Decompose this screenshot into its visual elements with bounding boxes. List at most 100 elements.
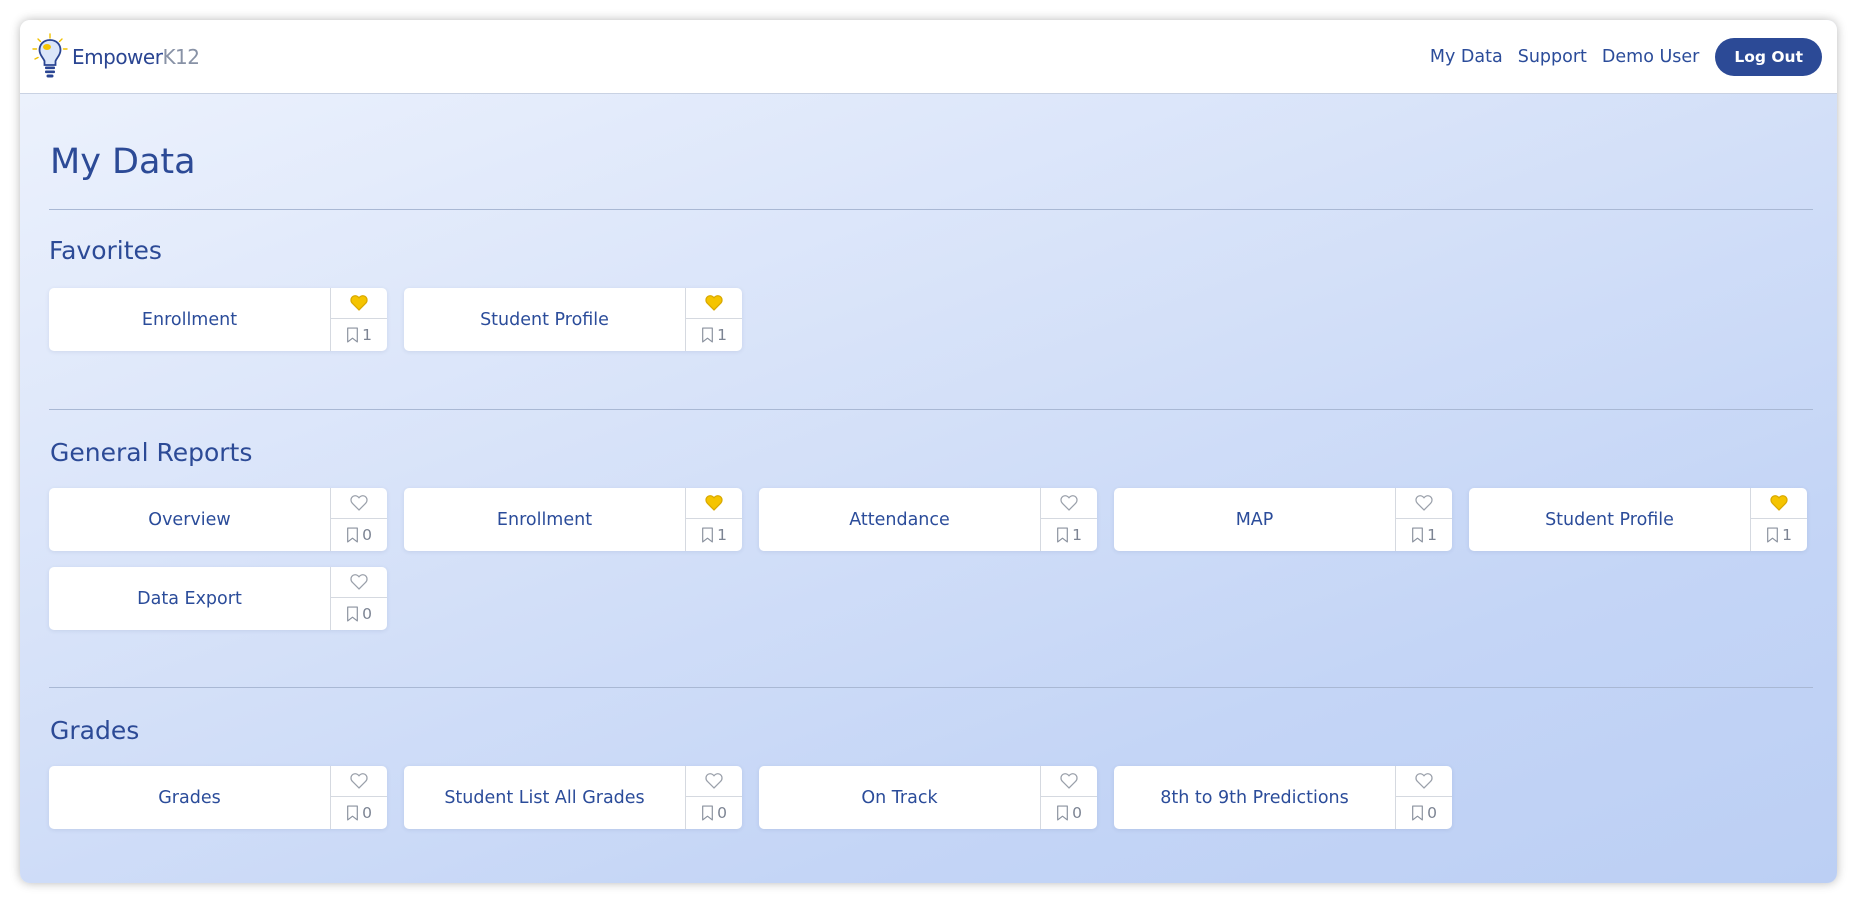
card-actions: 1 — [1395, 488, 1452, 551]
favorite-toggle[interactable] — [331, 567, 387, 598]
brand-name-part2: K12 — [162, 44, 200, 69]
divider — [49, 409, 1813, 410]
bookmark-icon — [701, 527, 714, 543]
report-card: Student Profile 1 — [404, 288, 742, 351]
heart-icon — [349, 573, 369, 591]
nav-links: My Data Support Demo User Log Out — [1415, 37, 1822, 76]
bookmark-icon — [1056, 527, 1069, 543]
app-window: EmpowerK12 My Data Support Demo User Log… — [20, 20, 1837, 883]
heart-icon — [704, 494, 724, 512]
bookmark-button[interactable]: 0 — [331, 519, 387, 551]
favorite-toggle[interactable] — [1751, 488, 1807, 519]
card-actions: 1 — [330, 288, 387, 351]
card-actions: 0 — [330, 567, 387, 630]
card-actions: 1 — [685, 488, 742, 551]
report-link[interactable]: Student Profile — [1469, 488, 1750, 551]
card-list: Enrollment 1 Student Profile 1 — [49, 288, 1813, 351]
nav-link-my-data[interactable]: My Data — [1430, 47, 1503, 67]
report-link[interactable]: Student List All Grades — [404, 766, 685, 829]
bookmark-icon — [701, 805, 714, 821]
report-card: Attendance 1 — [759, 488, 1097, 551]
card-list: Overview 0 Enrollment 1 Attendance 1 MAP 1 Stude… — [49, 488, 1813, 630]
bookmark-icon — [346, 805, 359, 821]
favorite-toggle[interactable] — [331, 288, 387, 319]
card-actions: 1 — [1750, 488, 1807, 551]
nav-link-user[interactable]: Demo User — [1602, 47, 1699, 67]
bookmark-button[interactable]: 1 — [331, 319, 387, 351]
brand-name: EmpowerK12 — [72, 45, 200, 69]
section-favorites: Favorites Enrollment 1 Student Profile 1 — [49, 234, 1813, 351]
bookmark-count: 1 — [717, 326, 727, 344]
section-general-reports: General Reports Overview 0 Enrollment 1 Atte… — [49, 436, 1813, 630]
report-link[interactable]: On Track — [759, 766, 1040, 829]
bookmark-count: 0 — [1072, 804, 1082, 822]
bookmark-button[interactable]: 1 — [1396, 519, 1452, 551]
favorite-toggle[interactable] — [1396, 766, 1452, 797]
card-actions: 0 — [1395, 766, 1452, 829]
brand-name-part1: Empower — [72, 44, 163, 69]
divider — [49, 687, 1813, 688]
section-title: General Reports — [50, 438, 253, 467]
favorite-toggle[interactable] — [686, 288, 742, 319]
bookmark-button[interactable]: 1 — [1041, 519, 1097, 551]
heart-icon — [1414, 494, 1434, 512]
bookmark-icon — [1411, 527, 1424, 543]
report-card: Enrollment 1 — [49, 288, 387, 351]
bookmark-icon — [701, 327, 714, 343]
report-card: Enrollment 1 — [404, 488, 742, 551]
bookmark-count: 1 — [1427, 526, 1437, 544]
page-title: My Data — [50, 142, 196, 182]
card-actions: 1 — [1040, 488, 1097, 551]
report-link[interactable]: Data Export — [49, 567, 330, 630]
card-actions: 1 — [685, 288, 742, 351]
bookmark-count: 0 — [717, 804, 727, 822]
report-link[interactable]: Grades — [49, 766, 330, 829]
bookmark-button[interactable]: 0 — [331, 598, 387, 630]
section-title: Grades — [50, 716, 140, 745]
card-actions: 0 — [1040, 766, 1097, 829]
brand-logo[interactable]: EmpowerK12 — [30, 32, 200, 82]
report-link[interactable]: Student Profile — [404, 288, 685, 351]
report-link[interactable]: Attendance — [759, 488, 1040, 551]
report-card: Data Export 0 — [49, 567, 387, 630]
bookmark-button[interactable]: 0 — [686, 797, 742, 829]
bookmark-count: 1 — [1782, 526, 1792, 544]
report-link[interactable]: 8th to 9th Predictions — [1114, 766, 1395, 829]
bookmark-icon — [346, 527, 359, 543]
heart-icon — [1769, 494, 1789, 512]
bookmark-count: 0 — [362, 804, 372, 822]
report-link[interactable]: Overview — [49, 488, 330, 551]
bookmark-button[interactable]: 0 — [1396, 797, 1452, 829]
bookmark-button[interactable]: 1 — [686, 519, 742, 551]
report-card: Student List All Grades 0 — [404, 766, 742, 829]
heart-icon — [1059, 772, 1079, 790]
favorite-toggle[interactable] — [1041, 766, 1097, 797]
bookmark-button[interactable]: 1 — [1751, 519, 1807, 551]
favorite-toggle[interactable] — [1041, 488, 1097, 519]
top-navbar: EmpowerK12 My Data Support Demo User Log… — [20, 20, 1837, 94]
favorite-toggle[interactable] — [686, 766, 742, 797]
bookmark-icon — [346, 606, 359, 622]
nav-link-support[interactable]: Support — [1518, 47, 1587, 67]
report-link[interactable]: Enrollment — [49, 288, 330, 351]
favorite-toggle[interactable] — [686, 488, 742, 519]
favorite-toggle[interactable] — [331, 488, 387, 519]
bookmark-count: 1 — [362, 326, 372, 344]
bookmark-count: 0 — [1427, 804, 1437, 822]
card-actions: 0 — [330, 766, 387, 829]
logout-button[interactable]: Log Out — [1715, 37, 1822, 76]
report-card: Grades 0 — [49, 766, 387, 829]
favorite-toggle[interactable] — [1396, 488, 1452, 519]
bookmark-icon — [1766, 527, 1779, 543]
report-card: MAP 1 — [1114, 488, 1452, 551]
bookmark-button[interactable]: 0 — [331, 797, 387, 829]
section-grades: Grades Grades 0 Student List All Grades 0 On… — [49, 714, 1813, 829]
bookmark-icon — [1056, 805, 1069, 821]
report-link[interactable]: MAP — [1114, 488, 1395, 551]
favorite-toggle[interactable] — [331, 766, 387, 797]
report-card: On Track 0 — [759, 766, 1097, 829]
report-link[interactable]: Enrollment — [404, 488, 685, 551]
bookmark-button[interactable]: 1 — [686, 319, 742, 351]
bookmark-button[interactable]: 0 — [1041, 797, 1097, 829]
heart-icon — [349, 772, 369, 790]
